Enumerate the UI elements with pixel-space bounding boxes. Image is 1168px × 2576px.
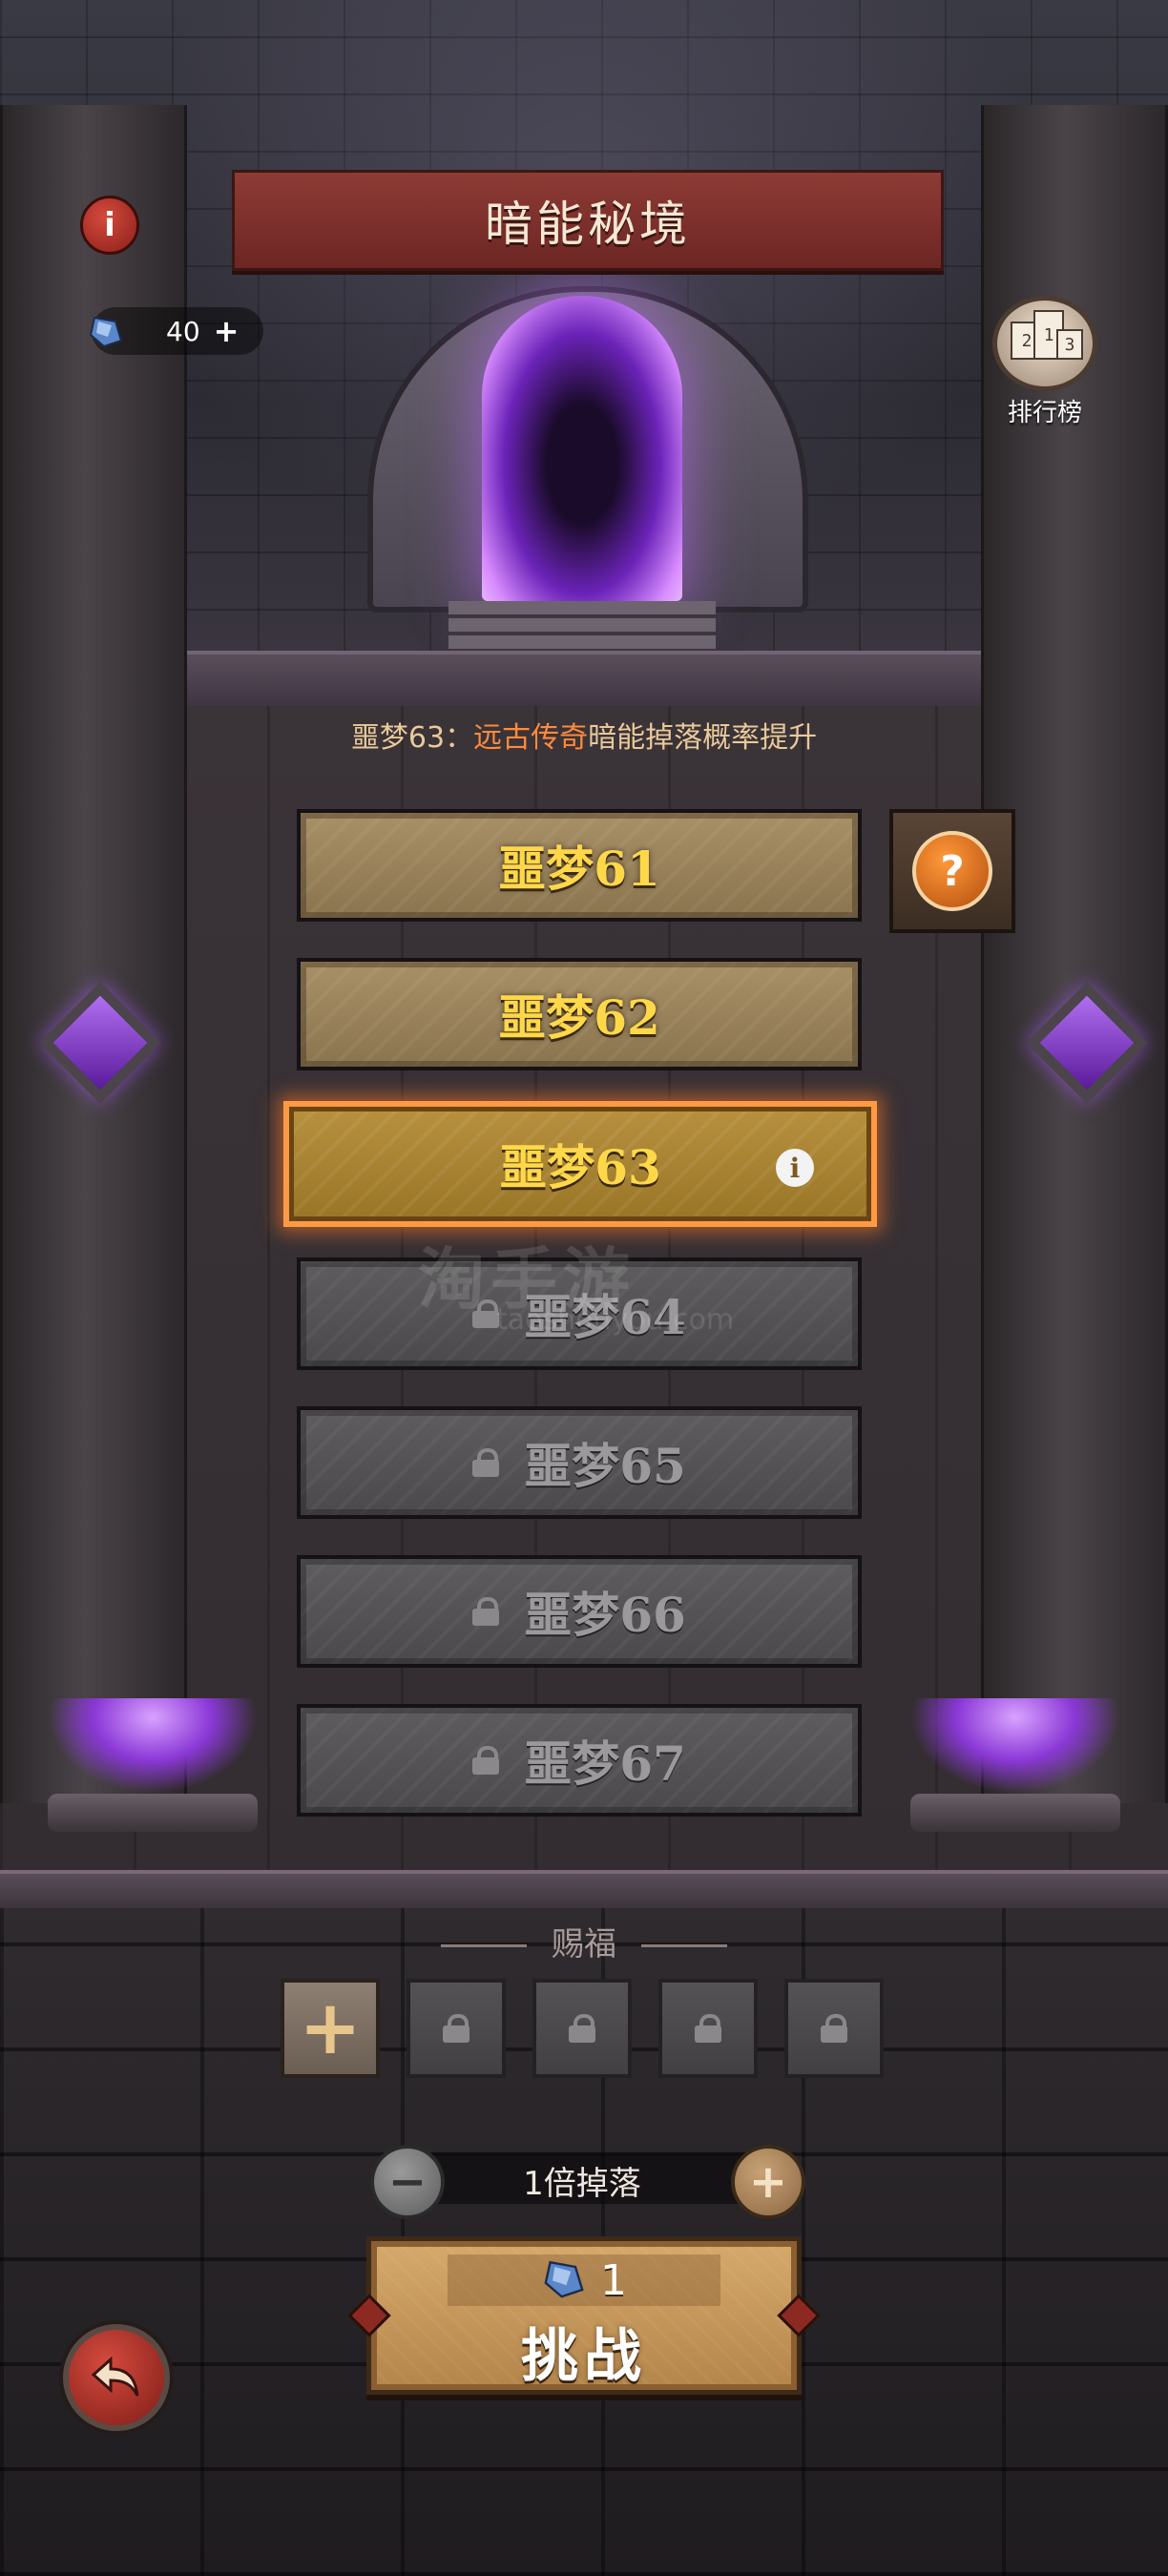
dark-portal — [482, 296, 682, 601]
add-currency-button[interactable]: + — [214, 313, 240, 349]
currency-count: 40 — [166, 315, 200, 347]
level-info-icon[interactable]: i — [776, 1149, 814, 1187]
blessing-title: 赐福 — [0, 1918, 1168, 1964]
info-icon: i — [104, 206, 115, 244]
level-button-66-locked[interactable]: 噩梦66 — [297, 1555, 862, 1668]
left-pillar — [0, 105, 187, 1803]
level-label: 噩梦63 — [499, 1139, 661, 1195]
lock-icon — [443, 2014, 469, 2043]
locked-blessing-slot[interactable] — [407, 1979, 506, 2078]
ranking-dice-icon: 2 1 3 — [992, 296, 1097, 391]
watermark-url: taoshouyou.com — [496, 1303, 735, 1337]
ranking-button[interactable]: 2 1 3 排行榜 — [983, 296, 1107, 429]
lock-icon — [821, 2014, 847, 2043]
level-label: 噩梦61 — [498, 841, 660, 897]
help-button[interactable]: ? — [889, 809, 1015, 933]
locked-blessing-slot[interactable] — [532, 1979, 632, 2078]
question-icon: ? — [912, 831, 992, 911]
crystal-icon — [86, 311, 126, 351]
lock-icon — [695, 2014, 721, 2043]
info-button[interactable]: i — [80, 196, 139, 255]
drop-bonus-text: 噩梦63：远古传奇暗能掉落概率提升 — [0, 714, 1168, 756]
ranking-label: 排行榜 — [1007, 399, 1082, 427]
brazier-base-left — [48, 1794, 258, 1832]
bonus-highlight: 远古传奇 — [473, 721, 589, 755]
locked-blessing-slot[interactable] — [784, 1979, 884, 2078]
lock-icon — [472, 1746, 500, 1775]
level-label: 噩梦66 — [524, 1587, 686, 1643]
bonus-prefix: 噩梦63： — [350, 721, 474, 755]
level-label: 噩梦65 — [524, 1438, 686, 1494]
plus-icon: + — [299, 1985, 362, 2071]
plus-icon: + — [748, 2155, 788, 2209]
crystal-icon — [541, 2255, 587, 2305]
challenge-cost: 1 — [448, 2254, 720, 2306]
brazier-base-right — [910, 1794, 1120, 1832]
level-button-67-locked[interactable]: 噩梦67 — [297, 1704, 862, 1817]
minus-icon: − — [387, 2155, 428, 2209]
increase-multiplier-button[interactable]: + — [731, 2145, 805, 2219]
brazier-flame-right — [910, 1698, 1120, 1794]
page-title: 暗能秘境 — [485, 197, 691, 252]
lock-icon — [472, 1597, 500, 1626]
level-label: 噩梦67 — [524, 1735, 686, 1792]
brazier-flame-left — [48, 1698, 258, 1794]
level-label: 噩梦62 — [498, 989, 660, 1046]
add-blessing-slot[interactable]: + — [281, 1979, 380, 2078]
level-button-61[interactable]: 噩梦61 — [297, 809, 862, 922]
bonus-suffix: 暗能掉落概率提升 — [588, 721, 818, 755]
lock-icon — [472, 1448, 500, 1477]
level-button-63-selected[interactable]: 噩梦63 i — [283, 1101, 877, 1227]
level-button-65-locked[interactable]: 噩梦65 — [297, 1406, 862, 1519]
challenge-cost-count: 1 — [600, 2255, 627, 2305]
lock-icon — [569, 2014, 595, 2043]
challenge-button[interactable]: 1 挑战 — [366, 2236, 802, 2395]
back-button[interactable] — [63, 2324, 170, 2431]
floor-band — [0, 1870, 1168, 1912]
level-button-62[interactable]: 噩梦62 — [297, 958, 862, 1070]
challenge-label: 挑战 — [521, 2323, 647, 2390]
decrease-multiplier-button[interactable]: − — [370, 2145, 445, 2219]
back-arrow-icon — [91, 2356, 139, 2397]
portal-stairs — [448, 601, 716, 654]
title-banner: 暗能秘境 — [232, 170, 944, 271]
currency-display: 40 + — [89, 307, 263, 355]
locked-blessing-slot[interactable] — [658, 1979, 758, 2078]
